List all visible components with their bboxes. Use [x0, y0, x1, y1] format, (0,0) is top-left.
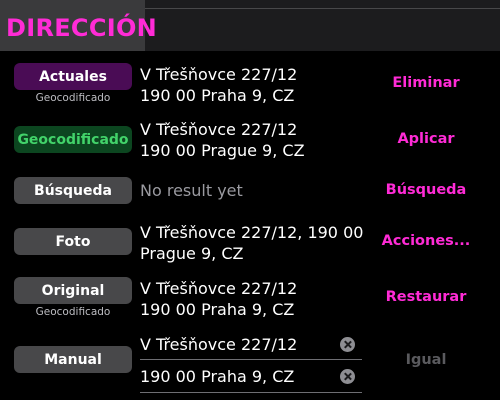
photo-address: V Třešňovce 227/12, 190 00 Prague 9, CZ	[140, 222, 365, 264]
original-button[interactable]: Original	[14, 277, 132, 304]
restore-button[interactable]: Restaurar	[370, 289, 482, 305]
delete-button[interactable]: Eliminar	[370, 75, 482, 91]
photo-button[interactable]: Foto	[14, 228, 132, 255]
photo-address-line1: V Třešňovce 227/12, 190 00	[140, 223, 364, 242]
current-button[interactable]: Actuales	[14, 63, 132, 90]
clear-icon[interactable]	[340, 337, 355, 352]
current-address-line2: 190 00 Praha 9, CZ	[140, 86, 295, 105]
manual-street-field-underline	[140, 359, 362, 360]
search-result: No result yet	[140, 181, 243, 200]
original-address: V Třešňovce 227/12 190 00 Praha 9, CZ	[140, 278, 365, 320]
address-screen: DIRECCIÓN Actuales Geocodificado V Třešň…	[0, 0, 500, 400]
current-address-line1: V Třešňovce 227/12	[140, 65, 298, 84]
header-divider	[145, 8, 500, 9]
original-sublabel: Geocodificado	[35, 306, 111, 318]
geocoded-address-line1: V Třešňovce 227/12	[140, 120, 298, 139]
header-bar: DIRECCIÓN	[0, 0, 500, 51]
original-address-line2: 190 00 Praha 9, CZ	[140, 300, 295, 319]
manual-city-field-underline	[140, 392, 362, 393]
manual-button[interactable]: Manual	[14, 346, 132, 373]
manual-city-field[interactable]: 190 00 Praha 9, CZ	[140, 362, 358, 392]
apply-button[interactable]: Aplicar	[370, 131, 482, 147]
search-action-button[interactable]: Búsqueda	[370, 182, 482, 198]
page-title: DIRECCIÓN	[6, 14, 158, 42]
same-button: Igual	[405, 352, 447, 368]
geocoded-button[interactable]: Geocodificado	[14, 126, 132, 153]
photo-address-line2: Prague 9, CZ	[140, 244, 244, 263]
actions-button[interactable]: Acciones...	[370, 233, 482, 249]
current-sublabel: Geocodificado	[35, 92, 111, 104]
search-button[interactable]: Búsqueda	[14, 177, 132, 204]
current-address: V Třešňovce 227/12 190 00 Praha 9, CZ	[140, 64, 365, 106]
geocoded-address: V Třešňovce 227/12 190 00 Prague 9, CZ	[140, 119, 365, 161]
original-address-line1: V Třešňovce 227/12	[140, 279, 298, 298]
clear-icon[interactable]	[340, 369, 355, 384]
manual-street-field[interactable]: V Třešňovce 227/12	[140, 330, 358, 360]
geocoded-address-line2: 190 00 Prague 9, CZ	[140, 141, 305, 160]
